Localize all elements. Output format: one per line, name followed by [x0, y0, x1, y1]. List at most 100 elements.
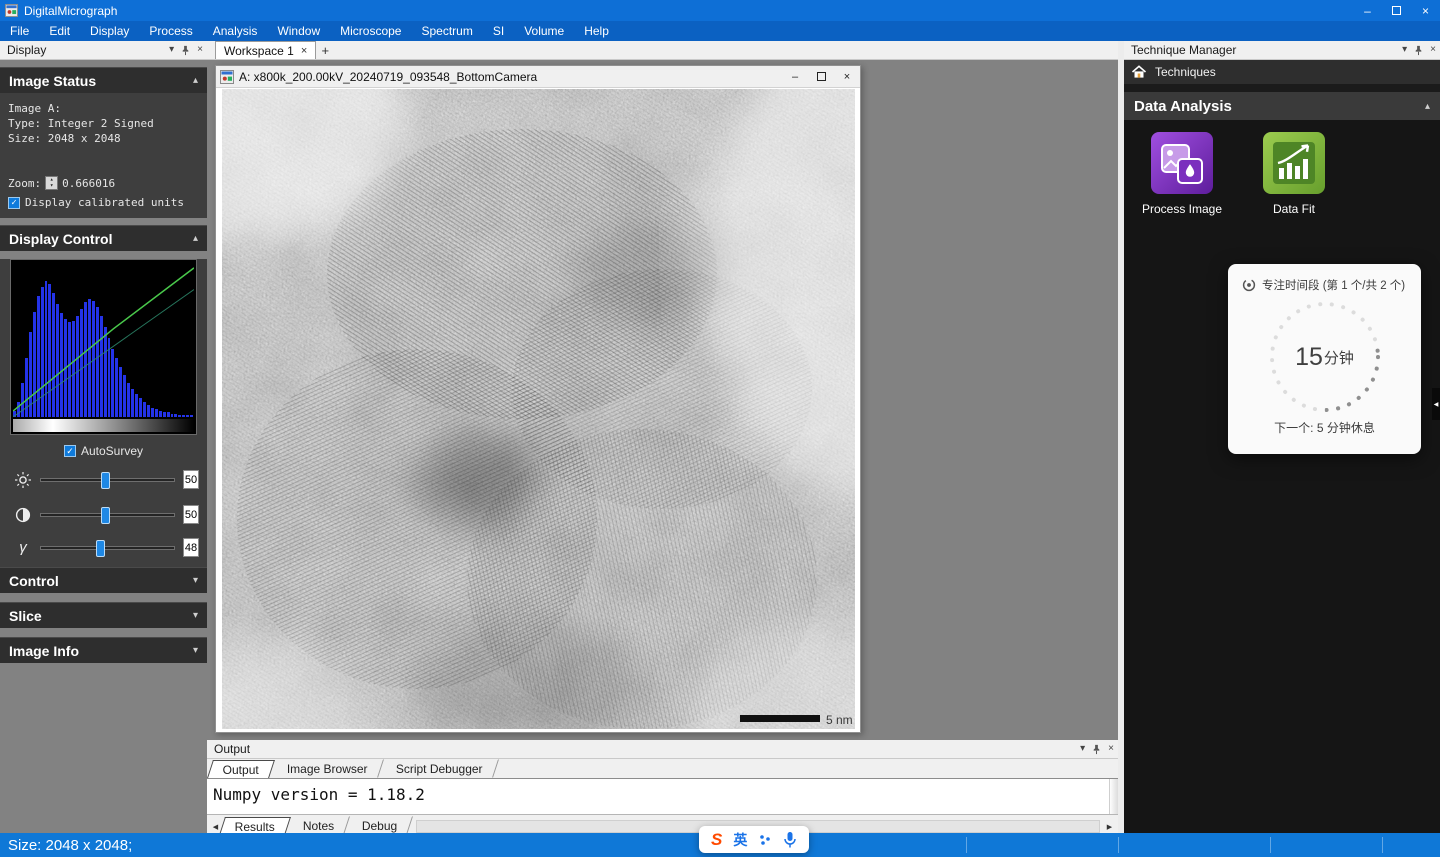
contrast-slider[interactable] — [40, 513, 175, 517]
display-control-title: Display Control — [9, 231, 112, 247]
close-icon[interactable]: × — [197, 45, 203, 55]
panel-gap — [0, 60, 207, 67]
app-icon — [5, 4, 18, 17]
output-tab-label: Script Debugger — [396, 762, 483, 776]
tem-image[interactable]: 5 nm — [222, 89, 855, 729]
gamma-value[interactable]: 48 — [183, 538, 199, 557]
display-control-body: ✓ AutoSurvey 50 50 γ 48 — [0, 259, 207, 567]
pin-icon[interactable] — [1413, 45, 1424, 56]
image-status-header[interactable]: Image Status ▴ — [0, 67, 207, 93]
image-window-titlebar[interactable]: A: x800k_200.00kV_20240719_093548_Bottom… — [216, 66, 860, 88]
maximize-icon — [1392, 6, 1401, 15]
menu-item[interactable]: Window — [267, 21, 330, 41]
menu-item[interactable]: Volume — [514, 21, 574, 41]
autosurvey-label: AutoSurvey — [81, 444, 143, 458]
spinner-down-icon[interactable]: ▾ — [46, 183, 57, 189]
technique-manager-header: Technique Manager ▾ × — [1124, 41, 1440, 60]
techniques-home-row[interactable]: Techniques — [1124, 60, 1440, 84]
menu-item[interactable]: Microscope — [330, 21, 411, 41]
menu-item[interactable]: Analysis — [203, 21, 268, 41]
pin-icon[interactable] — [1091, 744, 1102, 755]
results-tab-label: Results — [235, 820, 275, 834]
grayscale-ramp — [13, 419, 194, 432]
brightness-slider[interactable] — [40, 478, 175, 482]
image-window-close-button[interactable]: × — [834, 66, 860, 87]
check-icon: ✓ — [11, 198, 16, 208]
menu-item[interactable]: Help — [574, 21, 619, 41]
image-window-maximize-button[interactable] — [808, 66, 834, 87]
brightness-value[interactable]: 50 — [183, 470, 199, 489]
contrast-slider-row: 50 — [0, 497, 207, 532]
digitalmicrograph-window: DigitalMicrograph – × FileEditDisplayPro… — [0, 0, 1440, 857]
console-output-text: Numpy version = 1.18.2 — [213, 785, 1100, 804]
focus-session-title: 专注时间段 (第 1 个/共 2 个) — [1262, 277, 1405, 293]
output-panel: Output ▾ × OutputImage Browser Script Deb… — [207, 740, 1118, 833]
image-window-body: 5 nm — [216, 88, 860, 734]
collapse-panel-handle[interactable]: ◀ — [1432, 388, 1440, 420]
minimize-icon: – — [792, 71, 798, 83]
close-icon[interactable]: × — [1108, 744, 1114, 754]
brightness-slider-thumb[interactable] — [101, 472, 110, 489]
menu-item[interactable]: Edit — [39, 21, 80, 41]
output-tab[interactable]: Script Debugger — [380, 759, 499, 778]
calibrated-units-checkbox[interactable]: ✓ — [8, 197, 20, 209]
panel-gap — [1124, 84, 1440, 92]
window-controls: – × — [1353, 0, 1440, 21]
autosurvey-checkbox[interactable]: ✓ — [64, 445, 76, 457]
pin-icon[interactable] — [180, 45, 191, 56]
output-panel-header: Output ▾ × — [207, 740, 1118, 759]
chevron-down-icon[interactable]: ▾ — [1402, 45, 1407, 55]
ime-language-toggle[interactable]: 英 — [733, 830, 747, 850]
gamma-slider-thumb[interactable] — [96, 540, 105, 557]
minimize-button[interactable]: – — [1353, 0, 1382, 21]
workspace-tab[interactable]: Workspace 1 × — [215, 41, 316, 59]
focus-session-widget[interactable]: 专注时间段 (第 1 个/共 2 个) 15 分钟 下一个: 5 分钟休息 — [1228, 264, 1421, 454]
menu-item[interactable]: Spectrum — [411, 21, 482, 41]
timer-minutes: 15 — [1295, 343, 1323, 372]
menu-item[interactable]: SI — [483, 21, 514, 41]
chevron-up-icon: ▴ — [193, 233, 198, 244]
maximize-button[interactable] — [1382, 0, 1411, 21]
image-window-minimize-button[interactable]: – — [782, 66, 808, 87]
sogou-logo-icon[interactable]: S — [711, 830, 722, 850]
image-info-section-header[interactable]: Image Info ▾ — [0, 637, 207, 663]
calibrated-units-label: Display calibrated units — [25, 196, 184, 209]
contrast-slider-thumb[interactable] — [101, 507, 110, 524]
home-icon — [1131, 64, 1147, 80]
close-icon: × — [1422, 4, 1429, 18]
display-control-header[interactable]: Display Control ▴ — [0, 225, 207, 251]
focus-timer-ring: 15 分钟 — [1263, 295, 1387, 419]
timer-unit: 分钟 — [1324, 347, 1354, 368]
data-analysis-header[interactable]: Data Analysis ▴ — [1124, 92, 1440, 120]
control-section-header[interactable]: Control ▾ — [0, 567, 207, 593]
chevron-down-icon[interactable]: ▾ — [1080, 744, 1085, 754]
output-tab[interactable]: Image Browser — [271, 759, 384, 778]
gamma-slider[interactable] — [40, 546, 175, 550]
menu-item[interactable]: File — [0, 21, 39, 41]
chevron-down-icon[interactable]: ▾ — [169, 45, 174, 55]
data-fit-tool[interactable]: Data Fit — [1250, 132, 1338, 216]
ime-toolbox-icon[interactable] — [758, 833, 772, 847]
vertical-scrollbar[interactable] — [1109, 779, 1118, 814]
console-output[interactable]: Numpy version = 1.18.2 — [207, 778, 1118, 815]
menu-item[interactable]: Display — [80, 21, 139, 41]
close-icon[interactable]: × — [1430, 45, 1436, 55]
microphone-icon[interactable] — [783, 831, 797, 849]
titlebar: DigitalMicrograph – × — [0, 0, 1440, 21]
display-panel: Display ▾ × Image Status ▴ Image A: Type… — [0, 41, 207, 833]
app-title: DigitalMicrograph — [24, 4, 117, 18]
minimize-icon: – — [1364, 4, 1371, 18]
display-panel-title: Display — [7, 43, 46, 57]
new-workspace-button[interactable]: + — [316, 41, 334, 59]
process-image-tool[interactable]: Process Image — [1138, 132, 1226, 216]
workspace-tab-label: Workspace 1 — [224, 44, 294, 58]
chevron-down-icon: ▾ — [193, 645, 198, 656]
contrast-value[interactable]: 50 — [183, 505, 199, 524]
close-button[interactable]: × — [1411, 0, 1440, 21]
zoom-stepper[interactable]: ▴ ▾ — [45, 176, 58, 190]
histogram[interactable] — [10, 259, 197, 435]
slice-section-header[interactable]: Slice ▾ — [0, 602, 207, 628]
close-icon[interactable]: × — [301, 45, 307, 57]
output-tab[interactable]: Output — [207, 760, 275, 778]
menu-item[interactable]: Process — [139, 21, 202, 41]
